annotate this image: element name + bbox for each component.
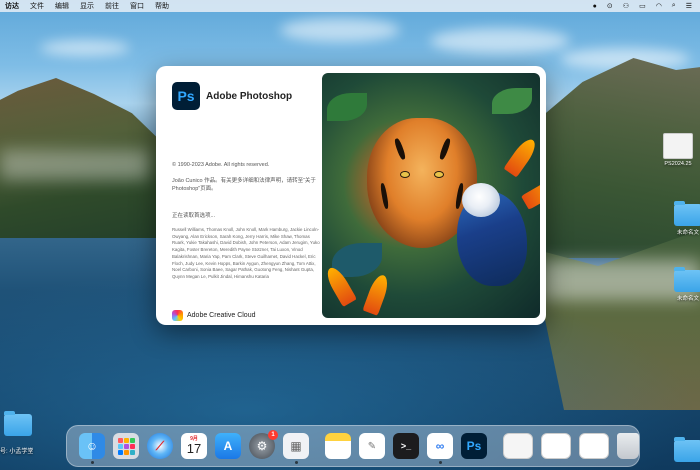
control-center-icon[interactable]: ☰	[686, 2, 692, 10]
preview-icon[interactable]: ▦	[283, 433, 309, 464]
people-icon[interactable]: ⚇	[623, 2, 629, 10]
dock: ☺ ⟋ 9月 17 A ⚙ 1 ▦ ✎ >_ ∞ Ps	[66, 425, 640, 467]
artwork-credit: João Cunico 作品。有关更多详细和法律声明，请转至“关于 Photos…	[172, 178, 316, 192]
folder-icon	[4, 411, 32, 436]
menu-help[interactable]: 帮助	[155, 1, 169, 11]
folder-icon	[674, 201, 700, 226]
menu-window[interactable]: 窗口	[130, 1, 144, 11]
document-icon	[663, 133, 693, 159]
desktop-folder-1[interactable]: 未命名文	[658, 201, 700, 236]
folder-icon	[674, 267, 700, 292]
photoshop-dock-icon[interactable]: Ps	[461, 433, 487, 459]
screen-mirroring-icon[interactable]: ⊙	[607, 2, 613, 10]
baidu-netdisk-icon[interactable]: ∞	[427, 433, 453, 464]
menu-bar: 访达 文件 编辑 显示 前往 窗口 帮助 ● ⊙ ⚇ ▭ ◠ ⌕ ☰	[0, 0, 700, 12]
menu-edit[interactable]: 编辑	[55, 1, 69, 11]
desktop-file-ps2024[interactable]: PS2024.25	[648, 133, 700, 167]
search-icon[interactable]: ⌕	[672, 2, 676, 10]
system-preferences-icon[interactable]: ⚙ 1	[249, 430, 278, 459]
terminal-icon[interactable]: >_	[393, 433, 419, 459]
record-icon[interactable]: ●	[593, 3, 597, 10]
app-store-icon[interactable]: A	[215, 433, 241, 459]
safari-icon[interactable]: ⟋	[147, 433, 173, 459]
recent-document-thumbnail[interactable]	[541, 433, 571, 459]
menu-app-name[interactable]: 访达	[5, 1, 19, 11]
loading-status: 正在读取首选项...	[172, 213, 216, 219]
copyright-text: © 1990-2023 Adobe. All rights reserved.	[172, 162, 270, 168]
launchpad-icon[interactable]	[113, 433, 139, 459]
trash-icon[interactable]	[617, 433, 639, 459]
app-title: Adobe Photoshop	[206, 91, 293, 102]
photoshop-splash-window: Ps Adobe Photoshop © 1990-2023 Adobe. Al…	[156, 66, 546, 325]
recent-document-thumbnail[interactable]	[579, 433, 609, 459]
notification-badge: 1	[268, 430, 278, 440]
wifi-icon[interactable]: ◠	[656, 2, 662, 10]
calendar-icon[interactable]: 9月 17	[181, 433, 207, 459]
creative-cloud-icon	[172, 310, 183, 321]
credits-list: Russell Williams, Thomas Knoll, John Kno…	[172, 227, 320, 279]
menu-view[interactable]: 显示	[80, 1, 94, 11]
textedit-icon[interactable]: ✎	[359, 433, 385, 459]
photoshop-logo-icon: Ps	[172, 82, 200, 110]
desktop-folder-right[interactable]	[658, 437, 700, 462]
creative-cloud-label: Adobe Creative Cloud	[187, 312, 256, 319]
menu-file[interactable]: 文件	[30, 1, 44, 11]
desktop-folder-2[interactable]: 未命名文	[658, 267, 700, 302]
notes-icon[interactable]	[325, 433, 351, 459]
watermark-text: 号: 小孟学堂	[0, 449, 34, 455]
recent-document-thumbnail[interactable]	[503, 433, 533, 459]
finder-icon[interactable]: ☺	[79, 433, 105, 464]
battery-icon[interactable]: ▭	[639, 2, 646, 10]
menu-go[interactable]: 前往	[105, 1, 119, 11]
folder-icon	[674, 437, 700, 462]
splash-artwork-image	[322, 73, 540, 318]
creative-cloud-brand: Adobe Creative Cloud	[172, 310, 256, 321]
desktop-folder-left[interactable]	[0, 411, 48, 436]
